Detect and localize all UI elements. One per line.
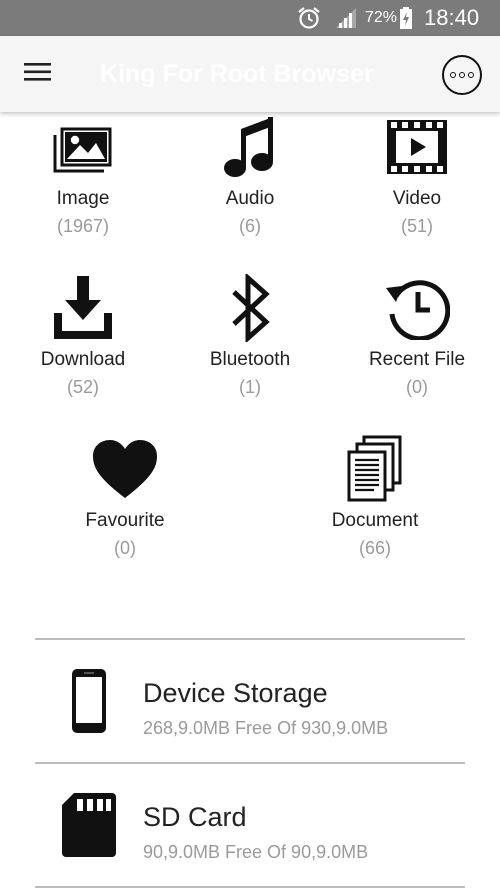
alarm-icon bbox=[296, 0, 322, 36]
music-note-icon bbox=[215, 112, 285, 182]
category-label: Video bbox=[392, 188, 442, 209]
document-icon bbox=[340, 434, 410, 504]
status-bar: 72% 18:40 bbox=[0, 0, 500, 36]
category-count: (51) bbox=[400, 216, 433, 236]
storage-info: 90,9.0MB Free Of 90,9.0MB bbox=[143, 842, 369, 862]
category-label: Recent File bbox=[368, 349, 466, 370]
category-document[interactable]: Document (66) bbox=[292, 434, 458, 559]
category-recent-file[interactable]: Recent File (0) bbox=[334, 273, 500, 398]
category-favourite[interactable]: Favourite (0) bbox=[42, 434, 208, 559]
storage-item-sd-card[interactable]: SD Card 90,9.0MB Free Of 90,9.0MB bbox=[35, 764, 465, 886]
category-label: Favourite bbox=[85, 510, 165, 531]
heart-icon bbox=[90, 434, 160, 504]
category-count: (1) bbox=[239, 377, 261, 397]
bluetooth-icon bbox=[215, 273, 285, 343]
category-video[interactable]: Video (51) bbox=[334, 112, 500, 237]
app-bar: King For Root Browser bbox=[0, 36, 500, 112]
category-count: (52) bbox=[66, 377, 99, 397]
category-count: (1967) bbox=[56, 216, 110, 236]
phone-icon bbox=[59, 640, 119, 762]
battery-charging-icon bbox=[399, 0, 413, 36]
category-count: (66) bbox=[358, 538, 391, 558]
image-icon bbox=[48, 112, 118, 182]
clock-time: 18:40 bbox=[424, 5, 480, 30]
category-download[interactable]: Download (52) bbox=[0, 273, 166, 398]
video-icon bbox=[382, 112, 452, 182]
storage-name: Device Storage bbox=[143, 678, 328, 708]
category-image[interactable]: Image (1967) bbox=[0, 112, 166, 237]
hamburger-icon bbox=[24, 61, 52, 88]
category-count: (6) bbox=[239, 216, 261, 236]
storage-info: 268,9.0MB Free Of 930,9.0MB bbox=[143, 718, 389, 738]
download-icon bbox=[48, 273, 118, 343]
category-count: (0) bbox=[406, 377, 428, 397]
storage-name: SD Card bbox=[143, 802, 247, 832]
category-label: Audio bbox=[225, 188, 275, 209]
category-label: Image bbox=[56, 188, 110, 209]
more-options-button[interactable] bbox=[442, 55, 482, 95]
sd-card-icon bbox=[59, 764, 119, 886]
category-label: Bluetooth bbox=[209, 349, 291, 370]
menu-button[interactable] bbox=[18, 54, 58, 94]
category-count: (0) bbox=[114, 538, 136, 558]
storage-item-device[interactable]: Device Storage 268,9.0MB Free Of 930,9.0… bbox=[35, 640, 465, 762]
signal-icon bbox=[334, 0, 358, 36]
history-icon bbox=[382, 273, 452, 343]
more-options-icon bbox=[450, 72, 474, 78]
category-bluetooth[interactable]: Bluetooth (1) bbox=[167, 273, 333, 398]
app-title: King For Root Browser bbox=[100, 59, 374, 88]
battery-percentage: 72% bbox=[365, 9, 398, 26]
category-label: Document bbox=[331, 510, 419, 531]
category-label: Download bbox=[40, 349, 126, 370]
category-audio[interactable]: Audio (6) bbox=[167, 112, 333, 237]
